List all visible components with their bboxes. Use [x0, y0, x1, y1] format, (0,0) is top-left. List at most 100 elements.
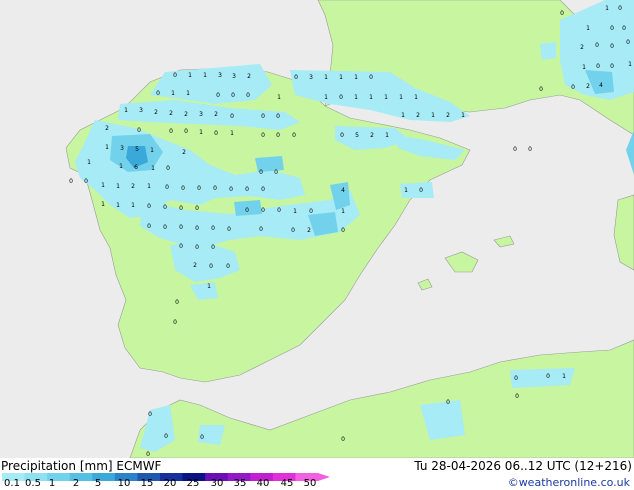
legend-tick-label: 45: [280, 478, 294, 489]
legend-tick-label: 40: [256, 478, 270, 489]
precip-value: 0: [184, 128, 188, 135]
precip-value: 0: [571, 84, 575, 91]
precip-value: 0: [294, 74, 298, 81]
precip-value: 0: [610, 63, 614, 70]
precip-value: 2: [446, 112, 450, 119]
precip-value: 1: [401, 112, 405, 119]
credit-link[interactable]: ©weatheronline.co.uk: [508, 476, 630, 490]
precip-value: 0: [514, 375, 518, 382]
precip-value: 0: [341, 227, 345, 234]
precip-value: 0: [164, 433, 168, 440]
precip-value: 0: [173, 319, 177, 326]
legend-tick-label: 10: [117, 478, 131, 489]
precip-value: 0: [179, 205, 183, 212]
legend-tick-label: 5: [94, 478, 102, 489]
precip-value: 2: [154, 109, 158, 116]
precip-value: 1: [101, 201, 105, 208]
precip-value: 0: [274, 169, 278, 176]
precip-value: 0: [148, 411, 152, 418]
precip-value: 1: [385, 132, 389, 139]
precip-value: 0: [596, 63, 600, 70]
precip-value: 0: [626, 39, 630, 46]
precip-value: 0: [200, 434, 204, 441]
precip-value: 0: [195, 205, 199, 212]
precip-value: 0: [179, 243, 183, 250]
precip-value: 1: [341, 208, 345, 215]
precip-value: 2: [105, 125, 109, 132]
precip-value: 2: [214, 111, 218, 118]
precip-value: 1: [414, 94, 418, 101]
precip-value: 1: [582, 64, 586, 71]
legend-tick-label: 15: [140, 478, 154, 489]
precip-value: 0: [166, 165, 170, 172]
precip-value: 1: [339, 74, 343, 81]
precip-value: 1: [384, 94, 388, 101]
precip-value: 3: [309, 74, 313, 81]
precip-value: 0: [276, 113, 280, 120]
precip-value: 0: [165, 184, 169, 191]
legend-tick-label: 0.5: [25, 478, 41, 489]
precip-value: 0: [276, 132, 280, 139]
precip-value: 1: [293, 208, 297, 215]
precip-value: 1: [207, 283, 211, 290]
precip-value: 1: [151, 165, 155, 172]
valid-time: Tu 28-04-2026 06..12 UTC (12+216): [414, 459, 632, 473]
precip-value: 0: [339, 94, 343, 101]
precip-value: 0: [622, 25, 626, 32]
precip-value: 1: [461, 112, 465, 119]
precip-value: 0: [147, 223, 151, 230]
precip-value: 0: [197, 185, 201, 192]
precip-value: 1: [147, 183, 151, 190]
precip-value: 1: [150, 147, 154, 154]
precip-value: 2: [184, 111, 188, 118]
precip-value: 0: [163, 204, 167, 211]
precip-value: 1: [186, 90, 190, 97]
precip-value: 0: [245, 186, 249, 193]
precip-value: 0: [261, 113, 265, 120]
precip-value: 0: [147, 203, 151, 210]
map-title: Precipitation [mm] ECMWF: [1, 459, 162, 473]
precip-value: 2: [370, 132, 374, 139]
precip-value: 6: [134, 164, 138, 171]
precip-value: 1: [105, 144, 109, 151]
precip-value: 2: [131, 183, 135, 190]
precip-value: 1: [586, 25, 590, 32]
precip-value: 0: [539, 86, 543, 93]
legend-tick-label: 30: [210, 478, 224, 489]
precip-value: 0: [515, 393, 519, 400]
precip-value: 0: [419, 187, 423, 194]
precip-value: 0: [226, 263, 230, 270]
precip-value: 0: [341, 436, 345, 443]
legend-tick-label: 1: [48, 478, 56, 489]
precip-value: 2: [193, 262, 197, 269]
precip-value: 0: [179, 224, 183, 231]
precip-value: 1: [188, 72, 192, 79]
precip-value: 2: [586, 83, 590, 90]
precipitation-map: 1 0 0 1 0 0 2 0 0 0 1 0 0 1 0 2 4 0 0 1 1 3 3 2 0 3 1 1 1 0 0 1 1 0 0 0 1 1 0 1…: [0, 0, 634, 458]
precip-value: 0: [291, 227, 295, 234]
precip-value: 2: [580, 44, 584, 51]
precip-value: 2: [416, 112, 420, 119]
precip-value: 0: [229, 186, 233, 193]
precip-value: 0: [156, 90, 160, 97]
precip-value: 1: [369, 94, 373, 101]
precip-value: 1: [324, 94, 328, 101]
precip-value: 1: [431, 112, 435, 119]
precip-value: 0: [216, 92, 220, 99]
precip-value: 3: [218, 72, 222, 79]
precip-value: 0: [618, 5, 622, 12]
precip-value: 1: [605, 5, 609, 12]
precip-value: 1: [562, 373, 566, 380]
legend-tick-label: 2: [72, 478, 80, 489]
precip-value: 1: [230, 130, 234, 137]
precip-value: 0: [181, 185, 185, 192]
precip-value: 3: [199, 111, 203, 118]
precip-value: 3: [120, 145, 124, 152]
precip-value: 0: [259, 226, 263, 233]
precip-value: 1: [404, 187, 408, 194]
precip-value: 1: [101, 182, 105, 189]
precip-value: 0: [261, 186, 265, 193]
precip-value: 4: [599, 82, 603, 89]
precip-value: 1: [399, 94, 403, 101]
precip-value: 5: [135, 146, 139, 153]
